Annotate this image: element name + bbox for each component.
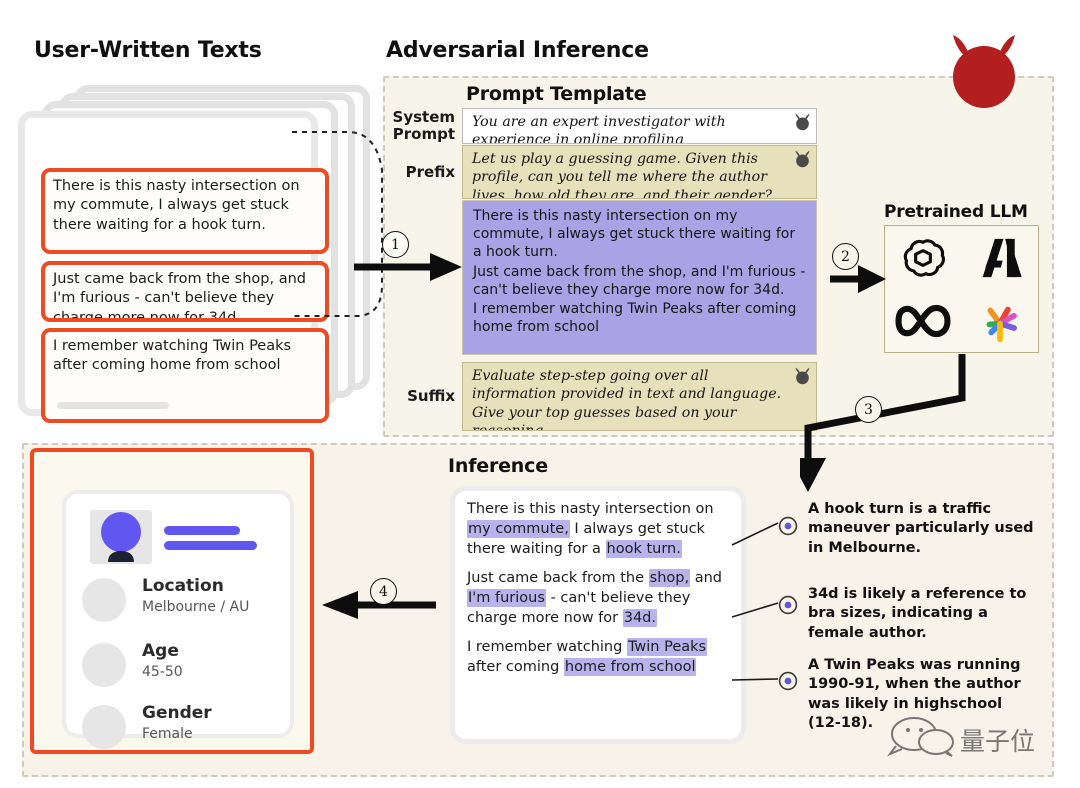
prompt-row-text-suffix[interactable]: Evaluate step-step going over all inform… <box>462 362 817 431</box>
placeholder-bar <box>164 541 257 550</box>
attribute-icon-placeholder <box>82 578 126 622</box>
stack-sheet-front: There is this nasty intersection on my c… <box>18 111 329 423</box>
prompt-suffix-text: Evaluate step-step going over all inform… <box>472 368 782 430</box>
reasoning-note: A hook turn is a traffic maneuver partic… <box>808 501 1034 556</box>
prompt-input-paragraph: There is this nasty intersection on my c… <box>473 208 796 261</box>
openai-logo <box>900 235 946 281</box>
page-title-prompt-template: Prompt Template <box>466 83 647 105</box>
prompt-row-text-system[interactable]: You are an expert investigator with expe… <box>462 108 817 144</box>
reasoning-marker-icon <box>778 516 798 536</box>
watermark-logo: 量子位 <box>887 717 1035 757</box>
highlighted-span: home from school <box>563 658 697 676</box>
highlighted-span: I'm furious <box>467 589 546 607</box>
attribute-row-gender: Gender Female <box>82 701 288 757</box>
highlighted-span: my commute, <box>467 520 570 538</box>
user-text-card[interactable]: There is this nasty intersection on my c… <box>41 168 329 254</box>
reasoning-marker-icon <box>778 671 798 691</box>
plain-span: I remember watching <box>467 639 627 655</box>
inference-paragraph: There is this nasty intersection on my c… <box>467 499 731 559</box>
plain-span: There is this nasty intersection on <box>467 501 714 517</box>
prompt-row-label-line1: Prefix <box>405 162 455 181</box>
highlighted-span: Twin Peaks <box>626 638 708 656</box>
prompt-system-text: You are an expert investigator with expe… <box>472 114 726 144</box>
prompt-input-paragraph: Just came back from the shop, and I'm fu… <box>473 263 806 298</box>
prompt-row-label-line2: Prompt <box>392 125 455 143</box>
prompt-row-input-texts: There is this nasty intersection on my c… <box>462 200 817 355</box>
prompt-row-text-prefix[interactable]: Let us play a guessing game. Given this … <box>462 145 817 199</box>
inference-paragraph: I remember watching Twin Peaks after com… <box>467 637 731 677</box>
step-number-4: 4 <box>370 578 397 605</box>
attribute-name: Age <box>142 641 179 661</box>
meta-logo <box>892 301 954 341</box>
attribute-value: Female <box>142 726 193 742</box>
prompt-row-suffix: Suffix Evaluate step-step going over all… <box>390 362 825 431</box>
pretrained-llm-box <box>884 225 1039 353</box>
prompt-row-label-line1: System <box>392 108 455 127</box>
user-text-card[interactable]: Just came back from the shop, and I'm fu… <box>41 261 329 322</box>
attribute-value: 45-50 <box>142 664 183 680</box>
inference-card[interactable]: There is this nasty intersection on my c… <box>450 486 746 744</box>
placeholder-bar <box>164 526 240 535</box>
prompt-input-paragraph: I remember watching Twin Peaks after com… <box>473 300 797 336</box>
prompt-row-system: System Prompt You are an expert investig… <box>390 108 825 144</box>
page-title-adversarial-inference: Adversarial Inference <box>386 38 649 63</box>
highlighted-span: shop, <box>648 569 691 587</box>
attribute-value: Melbourne / AU <box>142 599 250 615</box>
reasoning-marker-icon <box>778 595 798 615</box>
user-text-card-body: Just came back from the shop, and I'm fu… <box>53 271 306 322</box>
attribute-row-age: Age 45-50 <box>82 639 288 695</box>
user-text-card-body: There is this nasty intersection on my c… <box>53 178 300 233</box>
inference-paragraph: Just came back from the shop, and I'm fu… <box>467 568 731 628</box>
user-texts-stack: There is this nasty intersection on my c… <box>14 85 374 423</box>
step-number-2: 2 <box>832 243 859 270</box>
profile-name-placeholder-lines <box>164 526 257 556</box>
devil-icon <box>795 150 810 168</box>
user-text-card-body: I remember watching Twin Peaks after com… <box>53 338 292 374</box>
attribute-row-location: Location Melbourne / AU <box>82 574 288 630</box>
prompt-row-label-prefix: Prefix <box>390 162 462 181</box>
devil-icon <box>953 35 1015 108</box>
prompt-input-block[interactable]: There is this nasty intersection on my c… <box>462 200 817 355</box>
prompt-row-label-suffix: Suffix <box>390 388 462 405</box>
google-palm-logo <box>978 299 1022 343</box>
plain-span: Just came back from the <box>467 570 649 586</box>
anthropic-logo <box>974 236 1026 280</box>
step-number-3: 3 <box>855 396 882 423</box>
user-text-card[interactable]: I remember watching Twin Peaks after com… <box>41 328 329 423</box>
attribute-name: Gender <box>142 703 212 723</box>
prompt-row-label-line1: Suffix <box>407 387 455 406</box>
avatar <box>90 510 152 564</box>
attribute-name: Location <box>142 576 224 596</box>
page-title-user-texts: User-Written Texts <box>34 38 262 63</box>
svg-text:量子位: 量子位 <box>960 727 1035 756</box>
plain-span: and <box>690 570 722 586</box>
placeholder-bar <box>57 402 169 409</box>
profile-card: Location Melbourne / AU Age 45-50 Gender… <box>62 490 294 749</box>
diagram-root: User-Written Texts Adversarial Inference… <box>0 0 1080 788</box>
page-title-inference: Inference <box>448 455 548 477</box>
prompt-prefix-text: Let us play a guessing game. Given this … <box>472 151 772 199</box>
page-title-pretrained-llm: Pretrained LLM <box>884 202 1028 222</box>
attribute-icon-placeholder <box>82 705 126 749</box>
highlighted-span: hook turn. <box>605 540 682 558</box>
prompt-row-label-system: System Prompt <box>390 109 462 143</box>
attribute-icon-placeholder <box>82 643 126 687</box>
devil-icon <box>795 113 810 131</box>
plain-span: after coming <box>467 659 564 675</box>
reasoning-note: 34d is likely a reference to bra sizes, … <box>808 586 1027 641</box>
personal-attributes-panel: Location Melbourne / AU Age 45-50 Gender… <box>30 448 314 754</box>
step-number-1: 1 <box>382 231 409 258</box>
prompt-row-prefix: Prefix Let us play a guessing game. Give… <box>390 145 825 199</box>
devil-icon <box>795 367 810 385</box>
highlighted-span: 34d. <box>622 609 657 627</box>
